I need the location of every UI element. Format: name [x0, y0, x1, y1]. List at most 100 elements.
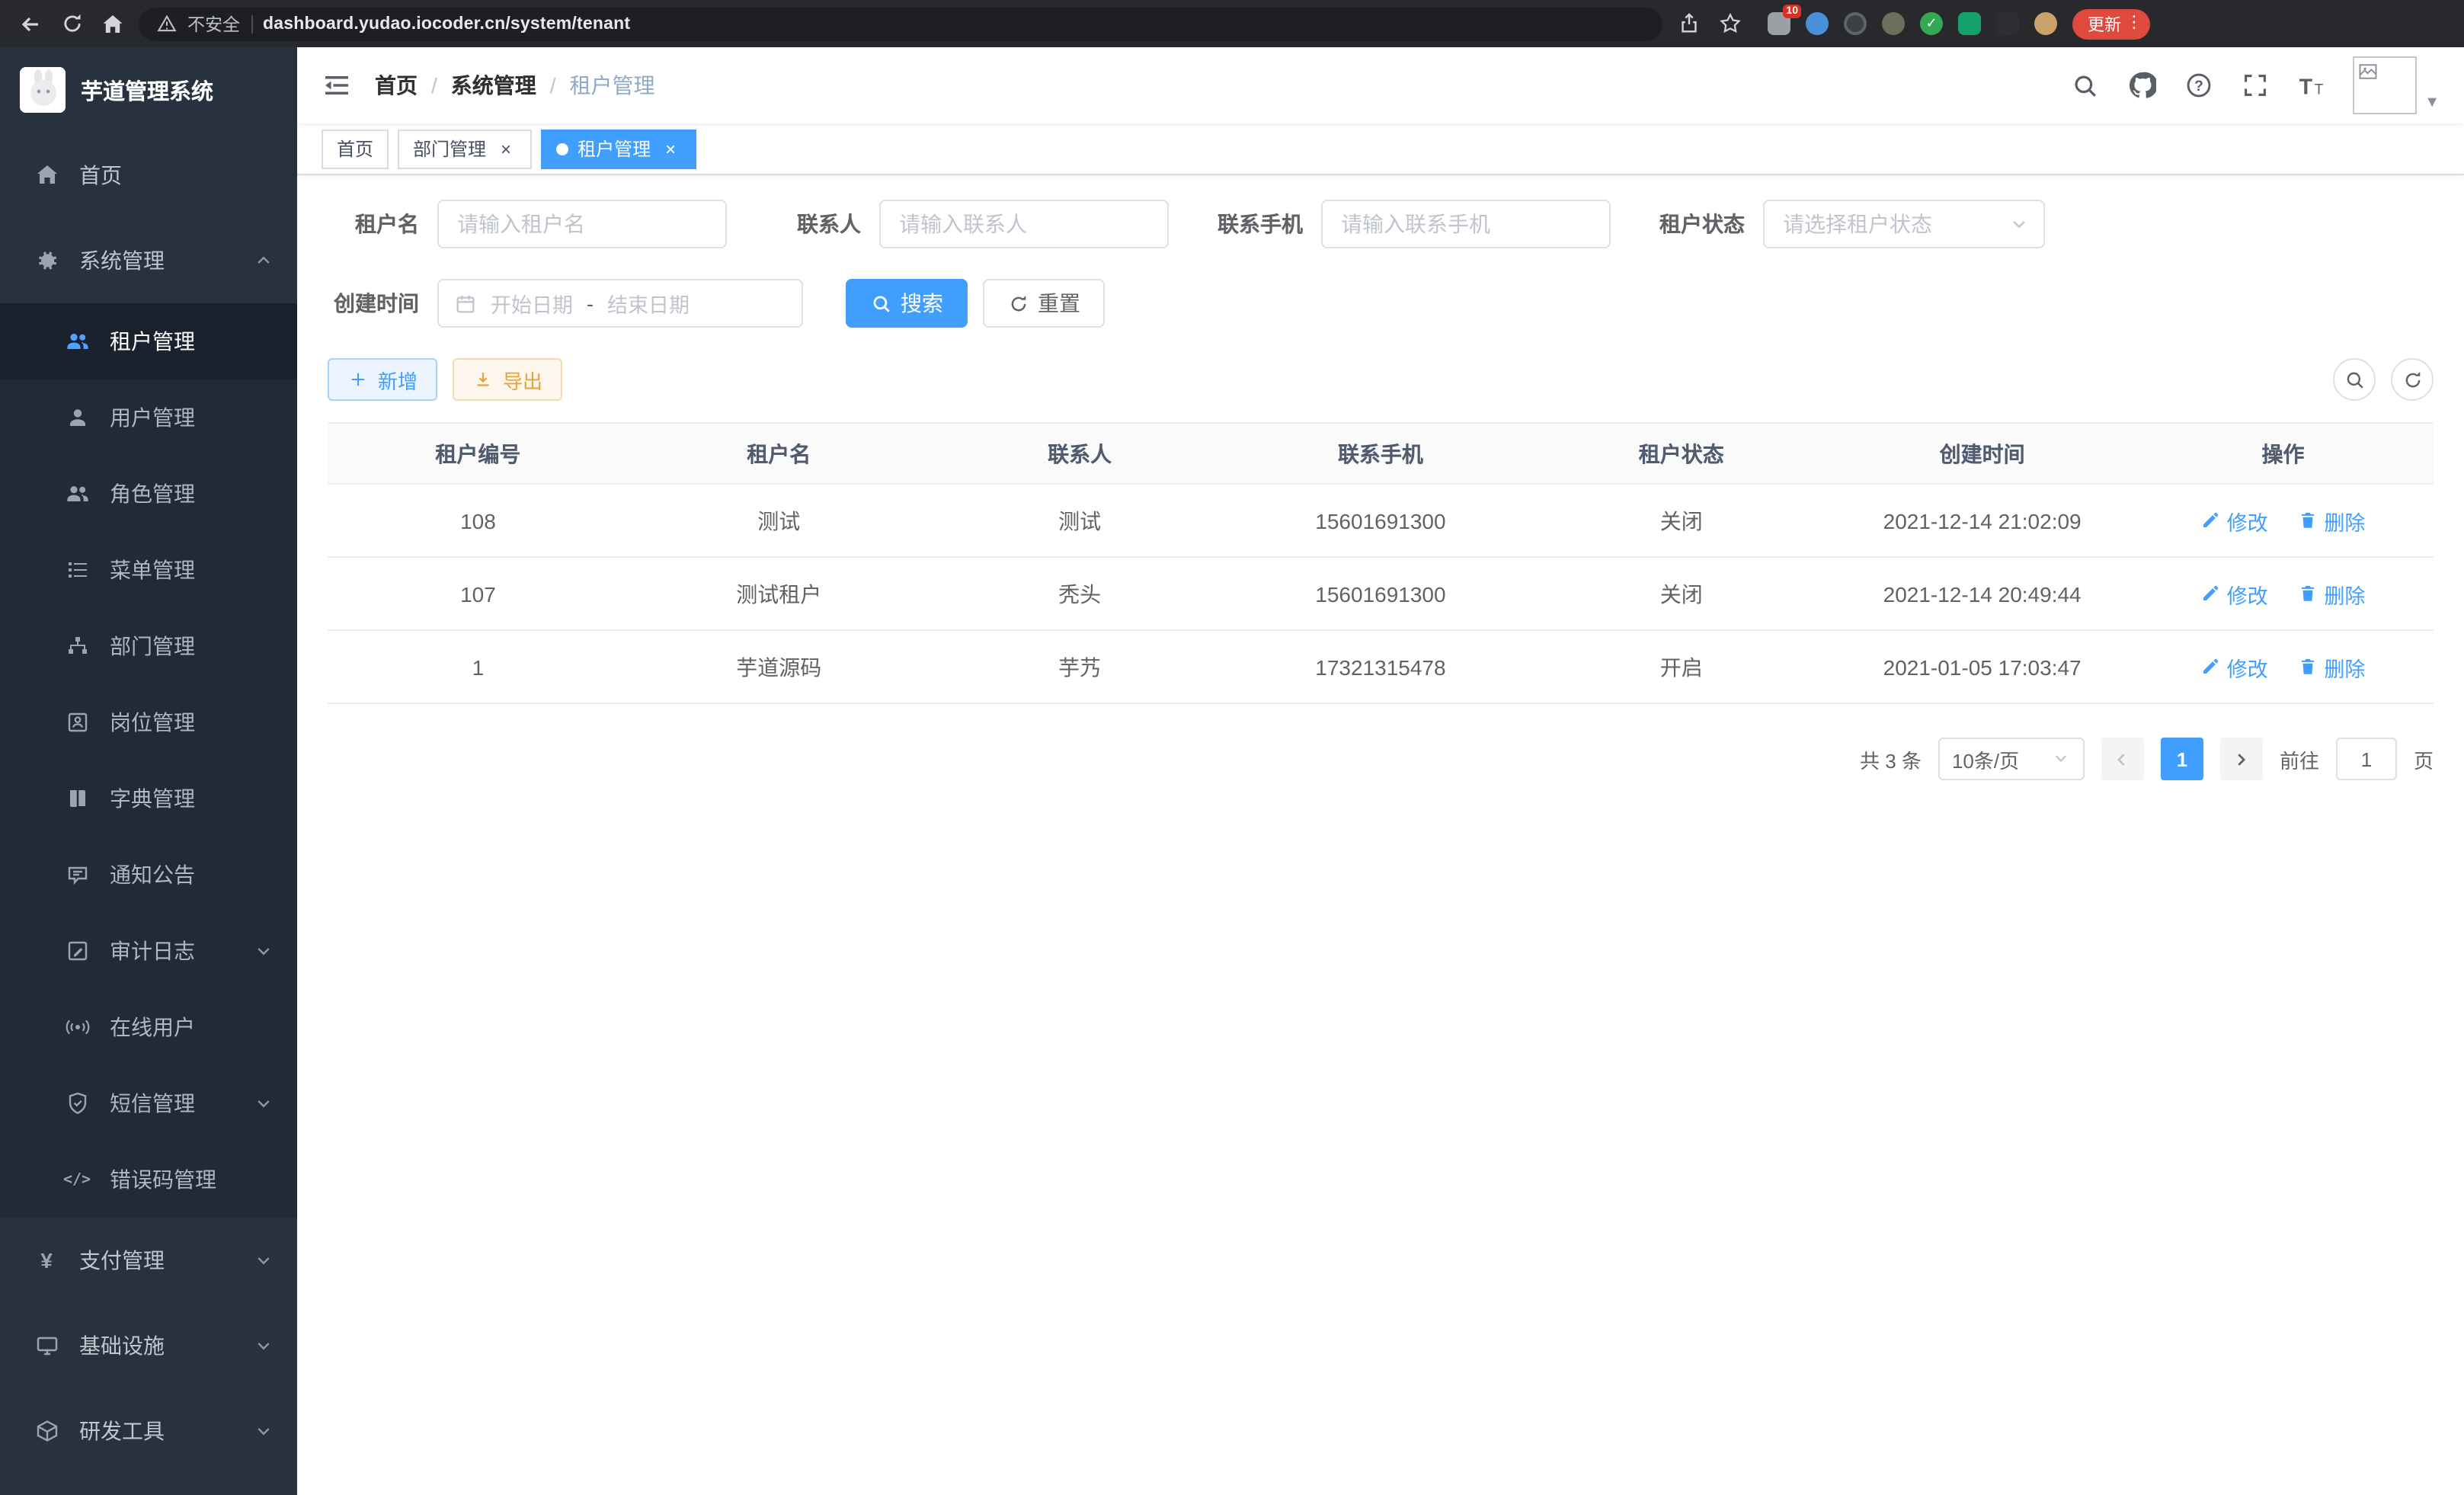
filter-status: 租户状态 请选择租户状态 [1653, 200, 2045, 248]
search-button[interactable]: 搜索 [846, 279, 968, 328]
contact-input[interactable] [879, 200, 1169, 248]
edit-button[interactable]: 修改 [2201, 651, 2268, 682]
status-select[interactable]: 请选择租户状态 [1763, 200, 2045, 248]
browser-update-menu-button[interactable]: 更新 ⋮ [2072, 8, 2150, 39]
tab-tenant[interactable]: 租户管理 × [541, 129, 696, 168]
sidebar-item-label: 租户管理 [110, 326, 195, 357]
chevron-down-icon [254, 1251, 273, 1269]
add-button[interactable]: 新增 [328, 358, 437, 401]
pencil-icon [2201, 657, 2221, 677]
cell-actions: 修改 删除 [2133, 557, 2434, 630]
sidebar-item-notice[interactable]: 通知公告 [0, 837, 297, 913]
date-range-picker[interactable]: 开始日期 - 结束日期 [437, 279, 803, 328]
sidebar-item-tenant[interactable]: 租户管理 [0, 303, 297, 379]
delete-button[interactable]: 删除 [2298, 505, 2365, 536]
sidebar-item-system[interactable]: 系统管理 [0, 218, 297, 303]
update-label: 更新 [2088, 11, 2121, 36]
delete-button[interactable]: 删除 [2298, 651, 2365, 682]
sidebar-item-infra[interactable]: 基础设施 [0, 1303, 297, 1388]
sidebar-item-label: 在线用户 [110, 1012, 195, 1042]
user-avatar-menu[interactable]: ▼ [2353, 56, 2440, 114]
app-logo[interactable]: 芋道管理系统 [0, 47, 297, 133]
table-header: 租户编号 租户名 联系人 联系手机 租户状态 创建时间 操作 [328, 423, 2434, 484]
refresh-table-button[interactable] [2391, 358, 2434, 401]
delete-button-label: 删除 [2324, 651, 2365, 682]
cell-created: 2021-01-05 17:03:47 [1832, 630, 2133, 703]
prev-page-button[interactable] [2101, 738, 2144, 780]
sidebar-item-label: 角色管理 [110, 479, 195, 509]
tab-label: 租户管理 [578, 136, 651, 162]
extension-icon[interactable] [2034, 12, 2057, 35]
extension-icon[interactable] [1958, 12, 1981, 35]
fullscreen-icon[interactable] [2240, 71, 2269, 100]
edit-button[interactable]: 修改 [2201, 578, 2268, 609]
sidebar-item-sms[interactable]: 短信管理 [0, 1065, 297, 1141]
gear-icon [34, 248, 59, 274]
sidebar-item-post[interactable]: 岗位管理 [0, 684, 297, 760]
svg-text:T: T [2299, 75, 2313, 99]
extension-icon[interactable]: ✓ [1920, 12, 1943, 35]
create-time-label: 创建时间 [328, 288, 437, 319]
sidebar-item-audit-log[interactable]: 审计日志 [0, 913, 297, 989]
sidebar-item-devtools[interactable]: 研发工具 [0, 1388, 297, 1474]
col-tenant-name: 租户名 [629, 423, 930, 484]
sidebar-item-menu[interactable]: 菜单管理 [0, 532, 297, 608]
sidebar-item-label: 通知公告 [110, 860, 195, 890]
extension-icon[interactable] [1844, 12, 1867, 35]
sidebar-item-error-code[interactable]: </> 错误码管理 [0, 1141, 297, 1218]
extension-icon[interactable]: 10 [1768, 12, 1790, 35]
sidebar-item-dept[interactable]: 部门管理 [0, 608, 297, 684]
github-icon[interactable] [2127, 71, 2156, 100]
home-icon[interactable] [98, 8, 128, 39]
breadcrumb-separator: / [550, 73, 556, 98]
page-size-select[interactable]: 10条/页 [1938, 738, 2085, 780]
breadcrumb-system[interactable]: 系统管理 [451, 70, 536, 101]
security-label[interactable]: 不安全 [187, 11, 240, 36]
search-icon [870, 293, 891, 314]
code-icon: </> [64, 1167, 90, 1192]
sidebar-item-home[interactable]: 首页 [0, 133, 297, 218]
page-number-1[interactable]: 1 [2161, 738, 2203, 780]
help-icon[interactable]: ? [2184, 71, 2213, 100]
col-tenant-id: 租户编号 [328, 423, 629, 484]
header-search-icon[interactable] [2071, 71, 2100, 100]
cell-tenant-name: 测试租户 [629, 557, 930, 630]
delete-button[interactable]: 删除 [2298, 578, 2365, 609]
sidebar-item-role[interactable]: 角色管理 [0, 456, 297, 532]
share-icon[interactable] [1673, 8, 1704, 39]
table-toolbar: 新增 导出 [328, 358, 2434, 401]
extension-icon[interactable] [1806, 12, 1829, 35]
sidebar-item-label: 系统管理 [79, 245, 165, 276]
table-row: 108 测试 测试 15601691300 关闭 2021-12-14 21:0… [328, 484, 2434, 557]
status-label: 租户状态 [1653, 209, 1763, 239]
sidebar-item-user[interactable]: 用户管理 [0, 379, 297, 456]
export-button[interactable]: 导出 [453, 358, 562, 401]
font-size-icon[interactable]: TT [2296, 71, 2325, 100]
extension-icon[interactable] [1882, 12, 1905, 35]
close-icon[interactable]: × [660, 138, 681, 159]
sidebar-item-online-user[interactable]: 在线用户 [0, 989, 297, 1065]
toggle-search-button[interactable] [2333, 358, 2376, 401]
bookmark-star-icon[interactable] [1714, 8, 1745, 39]
sidebar-item-dict[interactable]: 字典管理 [0, 760, 297, 837]
tenant-name-input[interactable] [437, 200, 727, 248]
mobile-input[interactable] [1321, 200, 1611, 248]
breadcrumb-home[interactable]: 首页 [375, 70, 418, 101]
tab-home[interactable]: 首页 [322, 129, 389, 168]
close-icon[interactable]: × [495, 138, 517, 159]
back-icon[interactable] [15, 8, 46, 39]
goto-page-input[interactable] [2336, 738, 2397, 780]
reload-icon[interactable] [56, 8, 87, 39]
address-bar[interactable]: 不安全 dashboard.yudao.iocoder.cn/system/te… [139, 7, 1662, 40]
sidebar-item-payment[interactable]: ¥ 支付管理 [0, 1218, 297, 1303]
reset-button[interactable]: 重置 [983, 279, 1105, 328]
screen: 不安全 dashboard.yudao.iocoder.cn/system/te… [0, 0, 2464, 1495]
edit-button[interactable]: 修改 [2201, 505, 2268, 536]
tab-dept[interactable]: 部门管理 × [398, 129, 532, 168]
sidebar-toggle-icon[interactable] [322, 70, 352, 101]
url-text[interactable]: dashboard.yudao.iocoder.cn/system/tenant [263, 14, 630, 33]
extension-icon[interactable] [1996, 12, 2019, 35]
menu-list-icon [64, 557, 90, 583]
user-icon [64, 405, 90, 431]
next-page-button[interactable] [2220, 738, 2263, 780]
